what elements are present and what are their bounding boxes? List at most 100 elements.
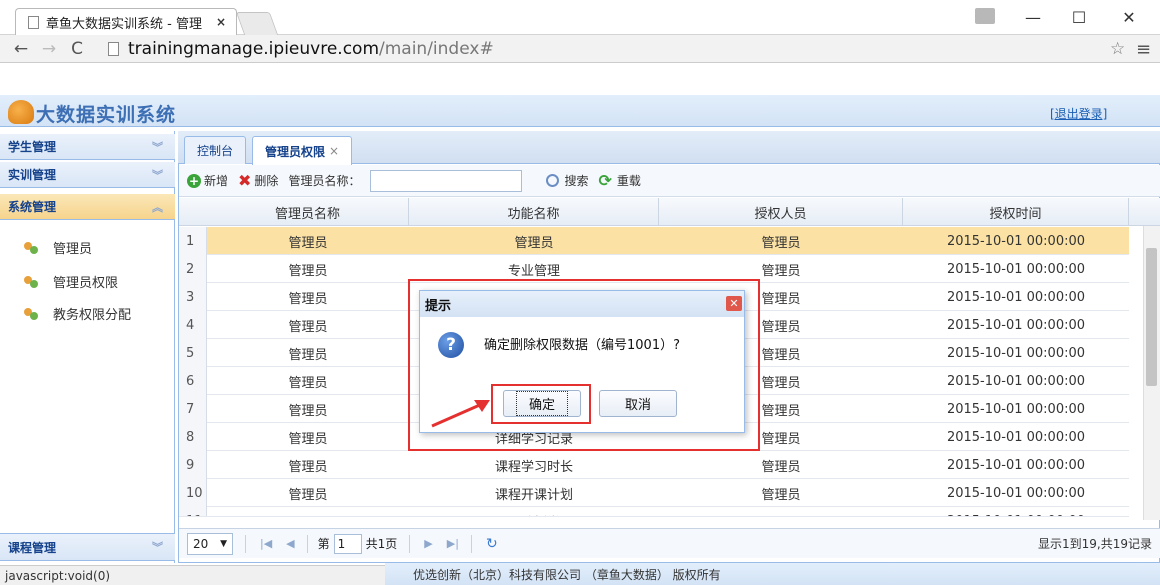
sidebar-item-label: 教务权限分配 (53, 307, 132, 323)
page-icon (108, 42, 119, 56)
browser-status: javascript:void(0) (0, 565, 385, 585)
address-bar[interactable]: trainingmanage.ipieuvre.com/main/index# (108, 38, 1108, 60)
divider (470, 534, 472, 553)
table-cell: 管理员 (288, 319, 328, 335)
sidebar-item-academic-permission[interactable]: 教务权限分配 (0, 296, 175, 330)
prev-page-icon[interactable]: ◀ (286, 537, 294, 550)
table-cell: 2015-10-01 00:00:00 (946, 373, 1086, 389)
reload-icon: ⟳ (598, 171, 612, 190)
row-number: 5 (179, 339, 207, 367)
chevron-down-icon: ︾ (152, 140, 163, 154)
table-cell: 管理员 (288, 347, 328, 363)
page-number-input[interactable]: 1 (333, 533, 362, 554)
table-cell: 管理员 (761, 459, 801, 475)
forward-icon[interactable]: → (36, 35, 62, 63)
first-page-icon[interactable]: |◀ (260, 537, 272, 550)
row-number: 7 (179, 395, 207, 423)
table-cell: 管理员 (207, 507, 409, 517)
table-row[interactable]: 11管理员课程计划学员管理员2015-10-01 00:00:00 (179, 507, 1129, 517)
search-label: 搜索 (564, 174, 589, 188)
page-icon (28, 15, 39, 29)
section-label: 系统管理 (8, 200, 57, 214)
table-cell: 管理员 (659, 507, 903, 517)
delete-button[interactable]: ✖ 删除 (238, 171, 278, 190)
sidebar-section-training[interactable]: 实训管理 ︾ (0, 162, 175, 188)
record-info: 显示1到19,共19记录 (1038, 537, 1152, 551)
column-header[interactable]: 授权时间 (903, 198, 1129, 226)
row-number: 10 (179, 479, 207, 507)
dropdown-arrow-icon: ▼ (220, 538, 227, 549)
sidebar-section-course[interactable]: 课程管理 ︾ (0, 533, 175, 561)
row-number: 1 (179, 227, 207, 255)
table-cell: 管理员 (288, 291, 328, 307)
row-number: 2 (179, 255, 207, 283)
delete-icon: ✖ (238, 171, 252, 190)
search-button[interactable]: 搜索 (546, 172, 588, 189)
admin-name-label: 管理员名称： (288, 174, 361, 188)
last-page-icon[interactable]: ▶| (447, 537, 459, 550)
search-icon (546, 174, 560, 187)
divider (245, 534, 246, 553)
table-cell: 管理员 (761, 235, 801, 251)
users-icon (24, 274, 39, 289)
sidebar-section-student[interactable]: 学生管理 ︾ (0, 134, 175, 160)
octopus-logo-icon (8, 100, 34, 124)
refresh-icon[interactable]: ↻ (486, 536, 498, 552)
sidebar-section-system[interactable]: 系统管理 ︽ (0, 194, 175, 220)
bookmark-star-icon[interactable]: ☆ (1110, 35, 1125, 63)
table-row[interactable]: 1 管理员 管理员 管理员 2015-10-01 00:00:00 (179, 227, 1129, 255)
reload-button[interactable]: ⟳ 重载 (598, 171, 640, 190)
table-cell: 管理员 (288, 263, 328, 279)
dialog-close-icon[interactable]: ✕ (726, 296, 742, 311)
tab-label: 管理员权限 (265, 144, 326, 159)
close-window-icon[interactable]: ✕ (1106, 0, 1152, 34)
column-header[interactable]: 授权人员 (659, 198, 903, 226)
table-row[interactable]: 9 管理员 课程学习时长 管理员 2015-10-01 00:00:00 (179, 451, 1129, 479)
minimize-icon[interactable]: — (1010, 0, 1056, 34)
maximize-icon[interactable]: ☐ (1056, 0, 1102, 34)
table-cell: 管理员 (288, 403, 328, 419)
sidebar-item-admin-permission[interactable]: 管理员权限 (0, 264, 175, 298)
page-size-select[interactable]: 20 ▼ (187, 532, 233, 555)
tab-console[interactable]: 控制台 (184, 136, 247, 164)
users-icon (24, 240, 39, 255)
column-header[interactable]: 功能名称 (409, 198, 659, 226)
cancel-button[interactable]: 取消 (599, 390, 677, 417)
tab-label: 控制台 (197, 144, 234, 158)
tab-admin-permission[interactable]: 管理员权限 × (252, 136, 353, 165)
add-button[interactable]: + 新增 (187, 172, 228, 189)
table-cell: 2015-10-01 00:00:00 (946, 345, 1086, 361)
divider (409, 534, 411, 553)
tab-close-icon[interactable]: × (329, 144, 339, 158)
table-cell: 2015-10-01 00:00:00 (946, 485, 1086, 501)
row-number: 11 (179, 507, 207, 516)
admin-name-input[interactable] (370, 169, 523, 192)
row-number: 8 (179, 423, 207, 451)
cancel-label: 取消 (624, 398, 651, 413)
sidebar-item-label: 管理员 (53, 241, 93, 257)
dialog-title: 提示 (420, 291, 744, 317)
divider (306, 534, 308, 553)
table-row[interactable]: 10 管理员 课程开课计划 管理员 2015-10-01 00:00:00 (179, 479, 1129, 507)
user-profile-icon[interactable] (975, 8, 995, 24)
tab-close-icon[interactable]: × (216, 15, 226, 29)
reload-icon[interactable]: C (64, 35, 90, 63)
next-page-icon[interactable]: ▶ (424, 537, 432, 550)
logout-link[interactable]: [退出登录] (1050, 105, 1107, 122)
row-number: 3 (179, 283, 207, 311)
chevron-down-icon: ︾ (152, 168, 163, 182)
table-cell: 2015-10-01 00:00:00 (946, 401, 1086, 417)
table-cell: 管理员 (288, 487, 328, 503)
sidebar-item-admin[interactable]: 管理员 (0, 230, 175, 264)
back-icon[interactable]: ← (8, 35, 34, 63)
dialog-message: 确定删除权限数据（编号1001）? (484, 338, 680, 353)
browser-tab[interactable]: 章鱼大数据实训系统 - 管理 × (15, 8, 237, 35)
delete-label: 删除 (254, 174, 279, 188)
row-number: 6 (179, 367, 207, 395)
arrow-annotation (431, 400, 490, 428)
column-header[interactable]: 管理员名称 (207, 198, 409, 226)
page-size-value: 20 (193, 536, 209, 551)
row-number: 9 (179, 451, 207, 479)
browser-menu-icon[interactable]: ≡ (1136, 35, 1151, 63)
scrollbar-thumb[interactable] (1146, 248, 1157, 386)
